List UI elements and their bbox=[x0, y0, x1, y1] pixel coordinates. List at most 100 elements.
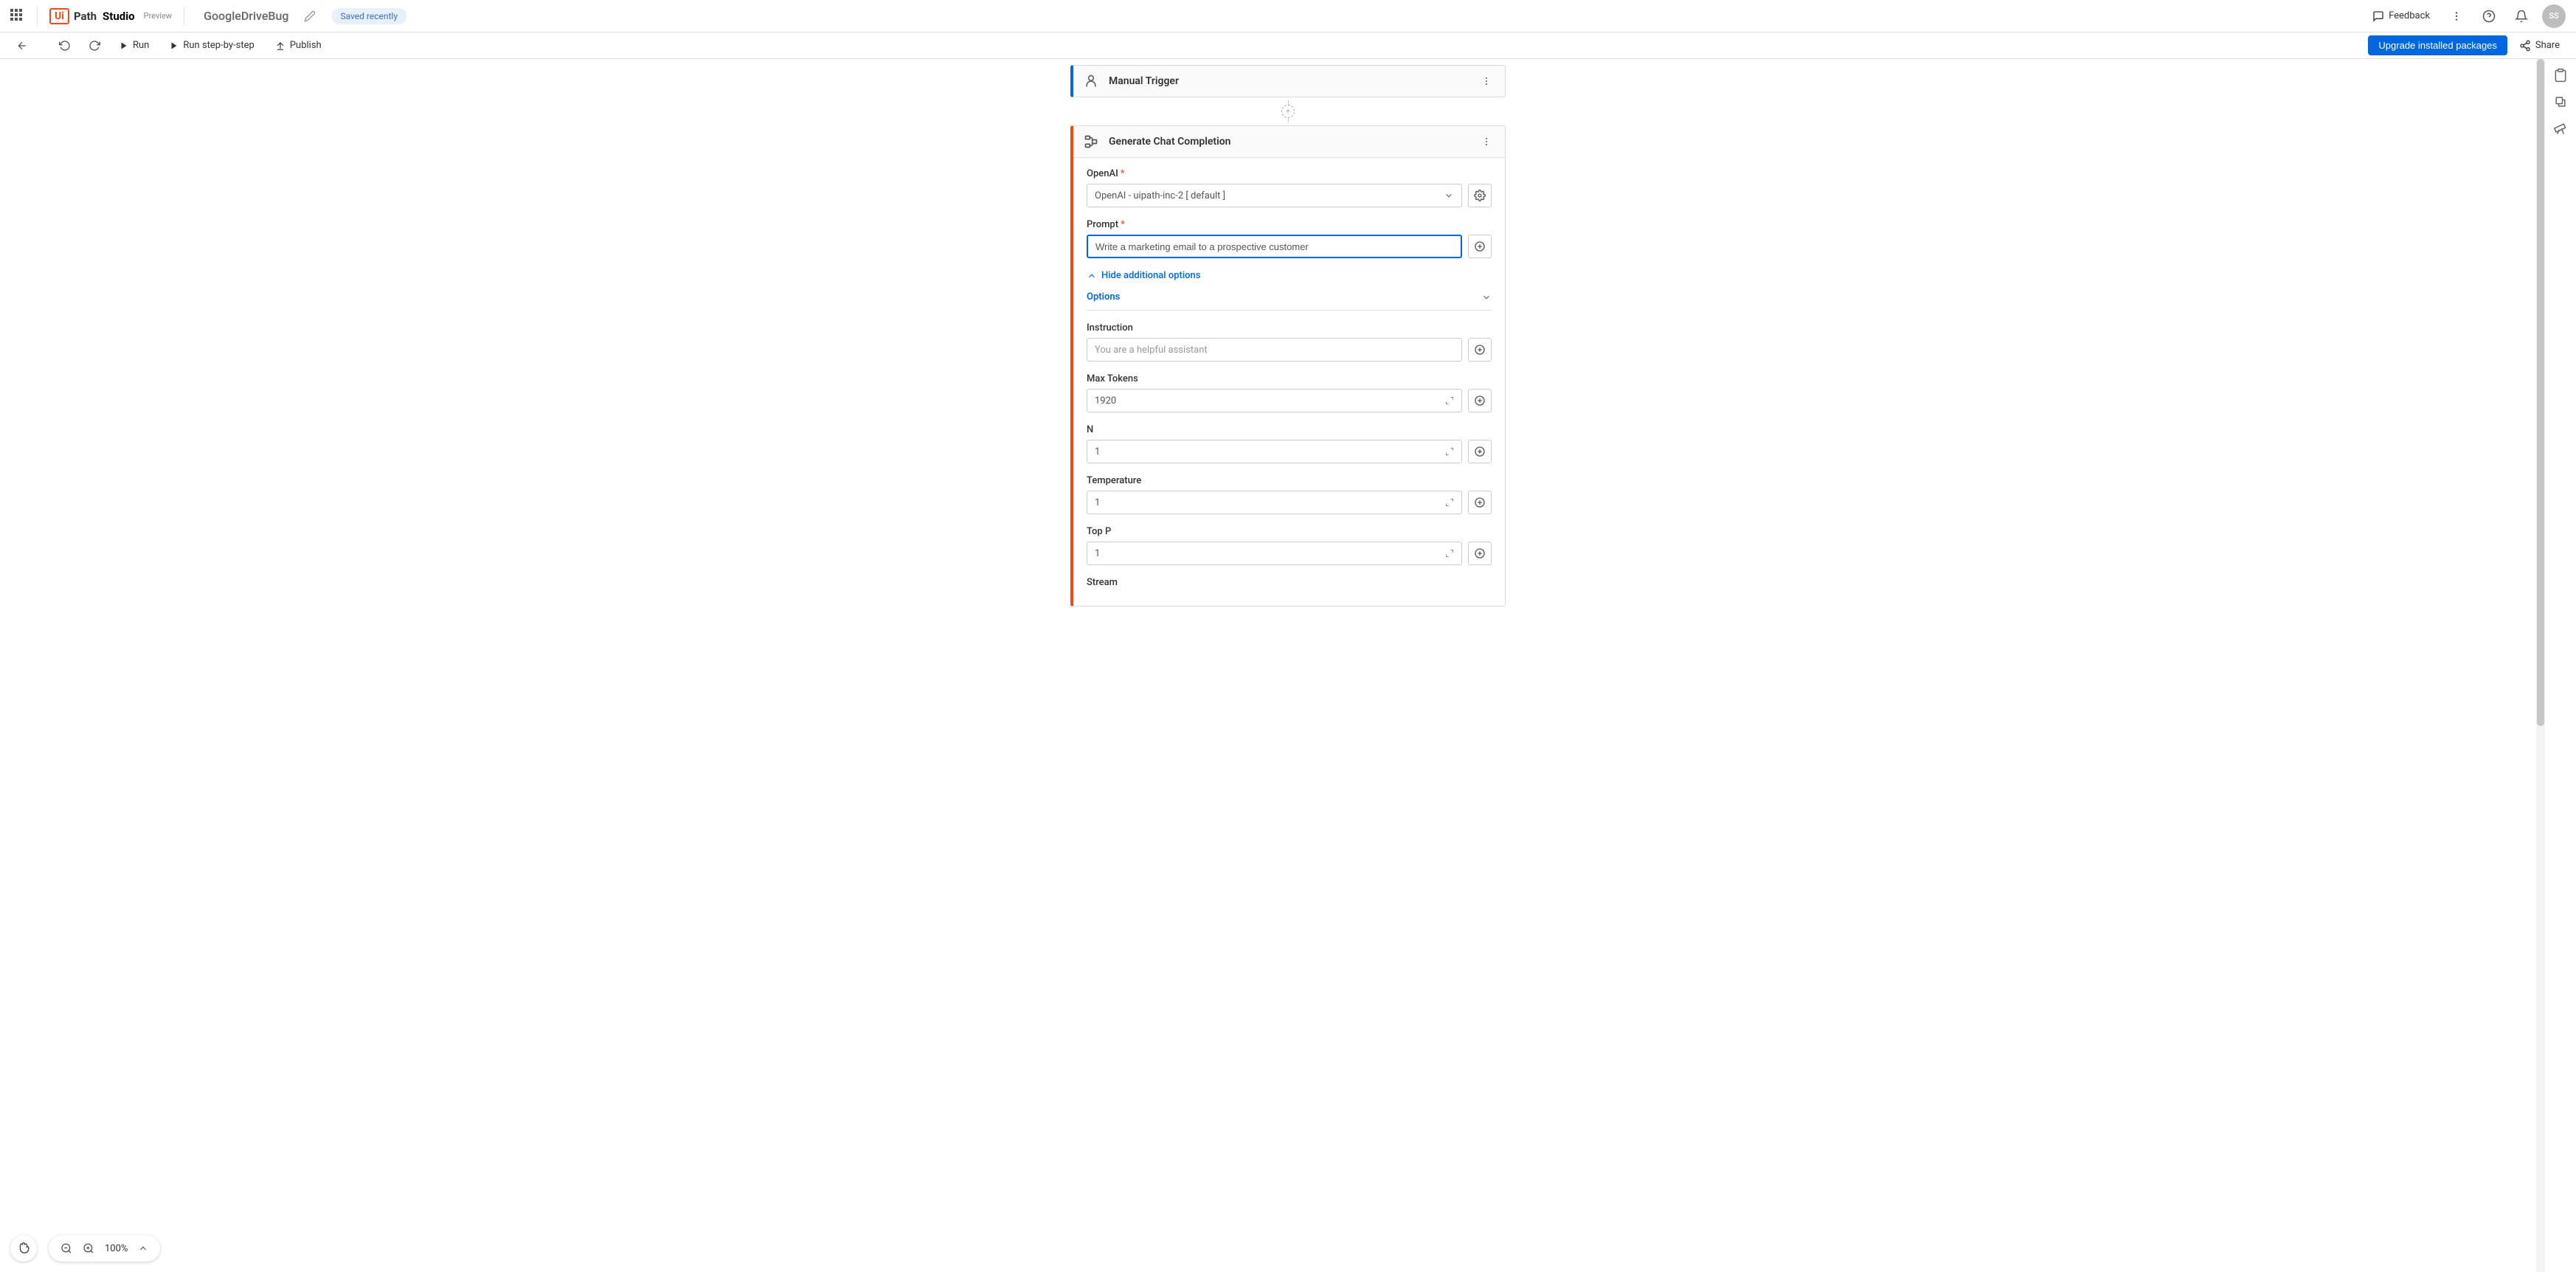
zoom-in-icon[interactable] bbox=[83, 1242, 94, 1254]
back-icon[interactable] bbox=[10, 34, 34, 58]
add-variable-icon[interactable] bbox=[1468, 491, 1492, 514]
openai-dropdown[interactable]: OpenAI - uipath-inc-2 [ default ] bbox=[1087, 184, 1462, 207]
chevron-down-icon bbox=[1481, 292, 1492, 303]
field-max-tokens: Max Tokens 1920 bbox=[1087, 373, 1492, 412]
prompt-text[interactable] bbox=[1095, 241, 1453, 252]
card-menu-icon[interactable] bbox=[1478, 134, 1495, 150]
user-avatar[interactable]: SS bbox=[2542, 4, 2566, 28]
logo-badge: Ui bbox=[49, 8, 69, 24]
add-variable-icon[interactable] bbox=[1468, 235, 1492, 258]
instruction-input[interactable]: You are a helpful assistant bbox=[1087, 338, 1462, 362]
temperature-input[interactable]: 1 bbox=[1087, 491, 1462, 514]
user-icon bbox=[1084, 74, 1098, 89]
manual-trigger-card[interactable]: Manual Trigger bbox=[1070, 65, 1506, 97]
flow-icon bbox=[1084, 134, 1098, 149]
run-step-label: Run step-by-step bbox=[183, 40, 254, 51]
layers-icon[interactable] bbox=[2553, 94, 2568, 109]
feedback-label: Feedback bbox=[2389, 10, 2430, 21]
saved-status: Saved recently bbox=[332, 8, 407, 24]
share-icon bbox=[2519, 40, 2531, 52]
instruction-label: Instruction bbox=[1087, 322, 1133, 333]
top-p-value: 1 bbox=[1095, 548, 1100, 559]
clipboard-icon[interactable] bbox=[2553, 68, 2568, 83]
expand-icon bbox=[1445, 549, 1454, 558]
gear-icon[interactable] bbox=[1468, 184, 1492, 207]
field-temperature: Temperature 1 bbox=[1087, 475, 1492, 514]
options-title: Options bbox=[1087, 291, 1120, 303]
field-top-p: Top P 1 bbox=[1087, 526, 1492, 565]
studio-label: Studio bbox=[103, 10, 135, 23]
openai-value: OpenAI - uipath-inc-2 [ default ] bbox=[1095, 190, 1225, 201]
project-name: GoogleDriveBug bbox=[204, 9, 288, 23]
help-icon[interactable] bbox=[2477, 4, 2501, 28]
chevron-up-icon[interactable] bbox=[138, 1243, 148, 1254]
play-icon bbox=[120, 41, 128, 50]
publish-button[interactable]: Publish bbox=[268, 37, 329, 54]
run-label: Run bbox=[133, 40, 149, 51]
more-menu-icon[interactable] bbox=[2445, 4, 2468, 28]
upgrade-packages-button[interactable]: Upgrade installed packages bbox=[2368, 35, 2507, 55]
n-input[interactable]: 1 bbox=[1087, 440, 1462, 463]
chevron-down-icon bbox=[1444, 190, 1454, 201]
redo-icon[interactable] bbox=[83, 34, 106, 58]
add-node-icon[interactable] bbox=[1281, 105, 1295, 118]
options-section-header[interactable]: Options bbox=[1087, 291, 1492, 311]
expand-icon bbox=[1445, 447, 1454, 456]
activity-title: Generate Chat Completion bbox=[1109, 136, 1231, 148]
publish-icon bbox=[275, 41, 285, 51]
logo[interactable]: Ui Path Studio Preview bbox=[49, 8, 172, 24]
required-icon: * bbox=[1121, 219, 1125, 230]
right-rail bbox=[2545, 59, 2576, 136]
openai-label: OpenAI bbox=[1087, 168, 1118, 179]
scrollbar-track[interactable] bbox=[2536, 59, 2545, 1272]
preview-tag: Preview bbox=[144, 11, 172, 21]
connector bbox=[1070, 97, 1506, 125]
pan-hand-icon[interactable] bbox=[10, 1235, 37, 1262]
n-label: N bbox=[1087, 424, 1093, 435]
zoom-out-icon[interactable] bbox=[60, 1242, 72, 1254]
scrollbar-thumb[interactable] bbox=[2537, 59, 2544, 726]
run-step-button[interactable]: Run step-by-step bbox=[162, 37, 261, 54]
prompt-label: Prompt bbox=[1087, 219, 1118, 230]
prompt-input[interactable] bbox=[1087, 235, 1462, 258]
max-tokens-input[interactable]: 1920 bbox=[1087, 389, 1462, 412]
top-p-input[interactable]: 1 bbox=[1087, 542, 1462, 565]
feedback-icon bbox=[2372, 10, 2384, 22]
temperature-value: 1 bbox=[1095, 497, 1100, 508]
toolbar: Run Run step-by-step Publish Upgrade ins… bbox=[0, 32, 2576, 59]
max-tokens-label: Max Tokens bbox=[1087, 373, 1138, 384]
add-variable-icon[interactable] bbox=[1468, 542, 1492, 565]
field-prompt: Prompt * bbox=[1087, 219, 1492, 258]
add-variable-icon[interactable] bbox=[1468, 338, 1492, 362]
generate-chat-completion-card[interactable]: Generate Chat Completion OpenAI * OpenAI… bbox=[1070, 125, 1506, 606]
divider bbox=[37, 7, 38, 25]
zoom-pill: 100% bbox=[49, 1235, 160, 1262]
apps-icon[interactable] bbox=[10, 9, 25, 24]
field-instruction: Instruction You are a helpful assistant bbox=[1087, 322, 1492, 362]
max-tokens-value: 1920 bbox=[1095, 395, 1116, 407]
share-button[interactable]: Share bbox=[2513, 37, 2566, 55]
canvas[interactable]: Manual Trigger Generate Chat Completion bbox=[0, 59, 2576, 1272]
instruction-placeholder: You are a helpful assistant bbox=[1095, 345, 1208, 356]
notifications-icon[interactable] bbox=[2510, 4, 2533, 28]
publish-label: Publish bbox=[290, 40, 322, 51]
top-p-label: Top P bbox=[1087, 526, 1111, 537]
feedback-button[interactable]: Feedback bbox=[2366, 7, 2436, 25]
undo-icon[interactable] bbox=[53, 34, 77, 58]
required-icon: * bbox=[1121, 168, 1125, 179]
zoom-percent: 100% bbox=[105, 1243, 128, 1254]
hide-additional-options-toggle[interactable]: Hide additional options bbox=[1087, 270, 1492, 281]
run-button[interactable]: Run bbox=[112, 37, 156, 54]
edit-icon[interactable] bbox=[304, 10, 316, 22]
card-menu-icon[interactable] bbox=[1478, 73, 1495, 89]
field-openai: OpenAI * OpenAI - uipath-inc-2 [ default… bbox=[1087, 168, 1492, 207]
add-variable-icon[interactable] bbox=[1468, 440, 1492, 463]
temperature-label: Temperature bbox=[1087, 475, 1141, 486]
chevron-up-icon bbox=[1087, 271, 1097, 281]
field-stream: Stream bbox=[1087, 577, 1492, 588]
add-variable-icon[interactable] bbox=[1468, 389, 1492, 412]
manual-trigger-title: Manual Trigger bbox=[1109, 75, 1179, 87]
telescope-icon[interactable] bbox=[2553, 121, 2568, 136]
n-value: 1 bbox=[1095, 446, 1100, 457]
stream-label: Stream bbox=[1087, 577, 1118, 588]
